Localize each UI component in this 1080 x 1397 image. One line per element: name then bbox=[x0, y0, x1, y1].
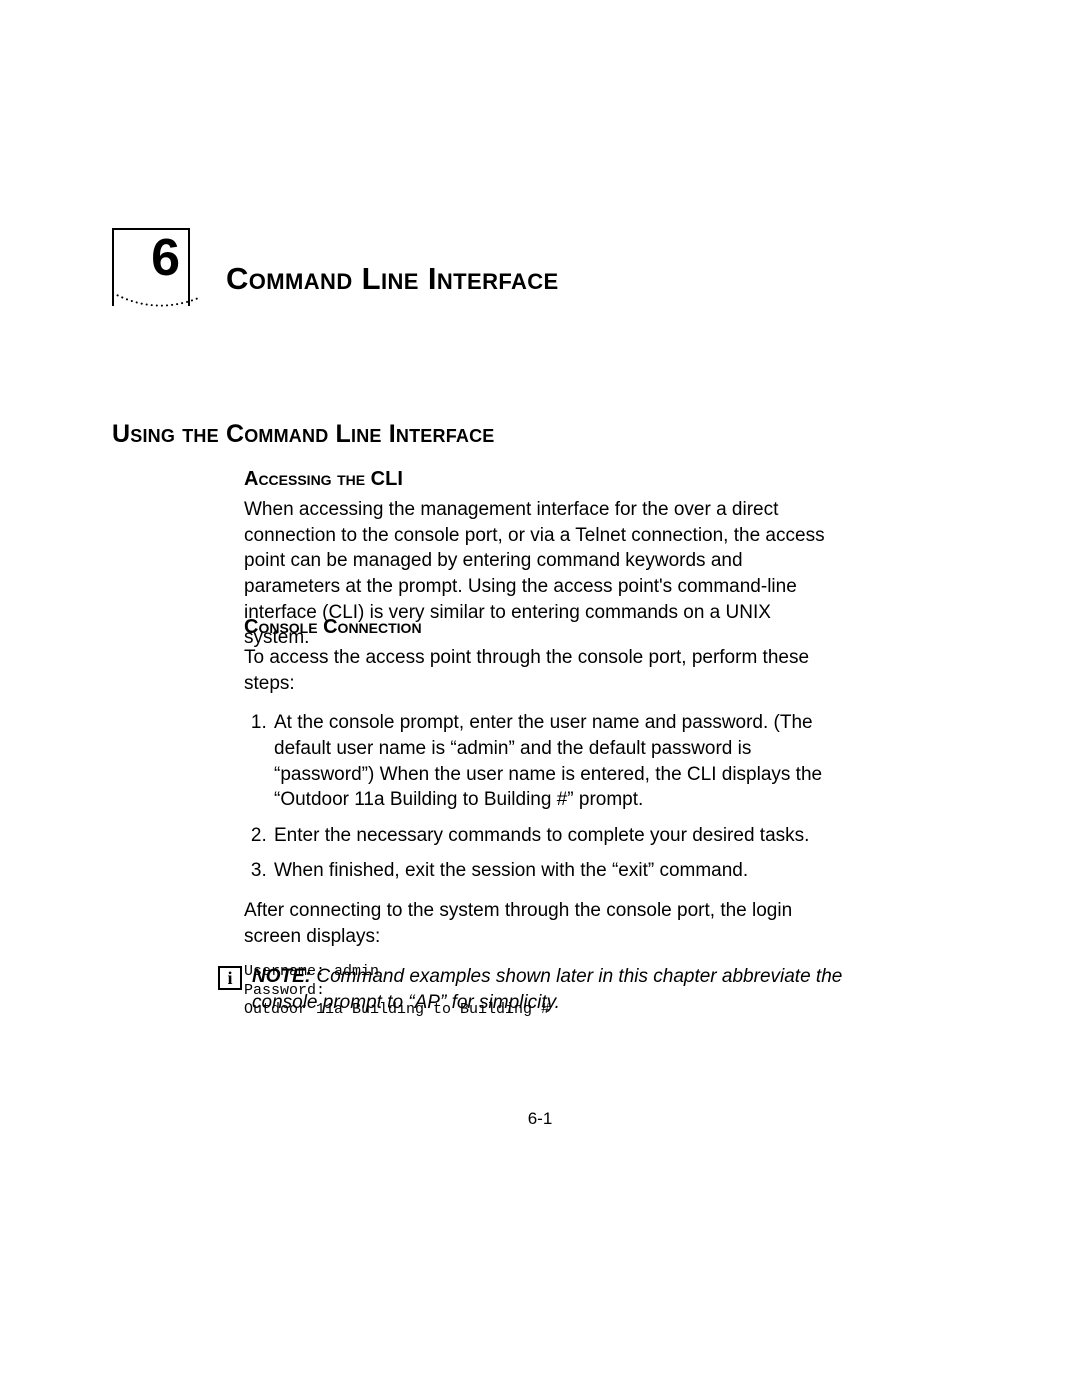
steps-list: At the console prompt, enter the user na… bbox=[244, 710, 840, 884]
chapter-number-box: 6 bbox=[112, 228, 190, 306]
note-body: Command examples shown later in this cha… bbox=[252, 966, 842, 1013]
para-after: After connecting to the system through t… bbox=[244, 898, 840, 949]
section-title: Using the Command Line Interface bbox=[112, 418, 495, 452]
subsection-title-accessing: Accessing the CLI bbox=[244, 466, 840, 493]
chapter-number: 6 bbox=[151, 232, 180, 284]
page: 6 Command Line Interface Using the Comma… bbox=[0, 0, 1080, 1397]
note-text: NOTE: Command examples shown later in th… bbox=[252, 964, 843, 1015]
note-label: NOTE: bbox=[252, 966, 311, 987]
step-item: When finished, exit the session with the… bbox=[272, 858, 840, 884]
step-item: Enter the necessary commands to complete… bbox=[272, 823, 840, 849]
subsection-title-console: Console Connection bbox=[244, 614, 840, 641]
note: i NOTE: Command examples shown later in … bbox=[218, 964, 843, 1015]
chapter-title: Command Line Interface bbox=[226, 258, 559, 300]
info-icon: i bbox=[218, 966, 242, 990]
para-console-intro: To access the access point through the c… bbox=[244, 645, 840, 696]
page-number: 6-1 bbox=[0, 1108, 1080, 1131]
step-item: At the console prompt, enter the user na… bbox=[272, 710, 840, 813]
